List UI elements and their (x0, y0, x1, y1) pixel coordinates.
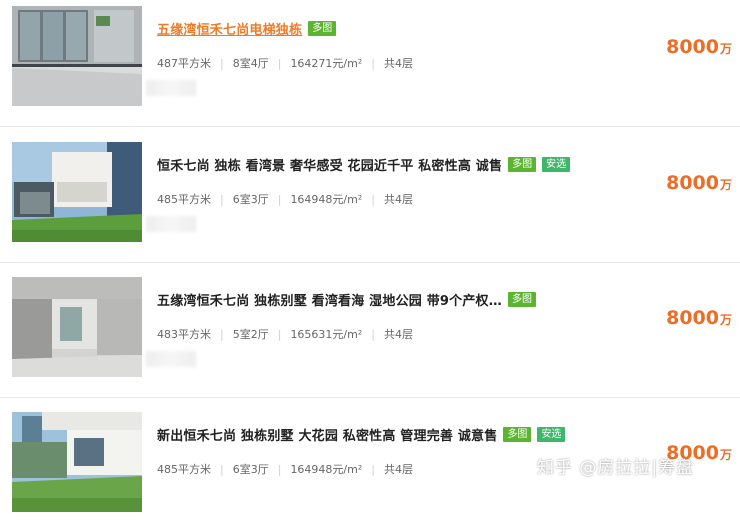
area: 485平方米 (157, 193, 211, 206)
area: 485平方米 (157, 463, 211, 476)
separator: | (220, 327, 224, 341)
area: 487平方米 (157, 57, 211, 70)
separator: | (277, 56, 282, 70)
price-value: 8000 (666, 307, 719, 329)
safe-choice-tag: 安选 (542, 156, 571, 172)
listing-title[interactable]: 恒禾七尚 独栋 看湾景 奢华感受 花园近千平 私密性高 诚售 (157, 155, 502, 174)
separator: | (277, 462, 282, 476)
listing-item[interactable]: 五缘湾恒禾七尚 独栋别墅 看湾看海 湿地公园 带9个产权… 多图 483平方米 … (0, 271, 740, 396)
listing-meta: 487平方米 | 8室4厅 | 164271元/m² | 共4层 (157, 55, 413, 71)
room-layout: 6室3厅 (232, 463, 269, 476)
listing-photo[interactable] (12, 142, 142, 242)
listing-title[interactable]: 五缘湾恒禾七尚 独栋别墅 看湾看海 湿地公园 带9个产权… (157, 290, 502, 309)
divider (0, 126, 740, 127)
unit-price: 165631元/m² (290, 328, 363, 341)
listing-price: 8000万 (666, 307, 732, 329)
watermark: 知乎 @房拉拉|筹盘 (537, 458, 695, 478)
blurred-info (146, 351, 196, 367)
listing-meta: 485平方米 | 6室3厅 | 164948元/m² | 共4层 (157, 461, 413, 477)
separator: | (220, 192, 224, 206)
price-unit: 万 (719, 448, 732, 462)
multi-photo-tag: 多图 (508, 156, 537, 172)
separator: | (371, 327, 375, 341)
separator: | (277, 327, 282, 341)
blurred-info (146, 80, 196, 96)
listing-meta: 483平方米 | 5室2厅 | 165631元/m² | 共4层 (157, 326, 413, 342)
unit-price: 164948元/m² (290, 463, 363, 476)
separator: | (371, 462, 375, 476)
listing-meta: 485平方米 | 6室3厅 | 164948元/m² | 共4层 (157, 191, 413, 207)
listing-photo[interactable] (12, 277, 142, 377)
separator: | (220, 462, 224, 476)
blurred-info (146, 216, 196, 232)
unit-price: 164948元/m² (290, 193, 363, 206)
room-layout: 6室3厅 (232, 193, 269, 206)
price-value: 8000 (666, 36, 719, 58)
separator: | (371, 56, 375, 70)
price-value: 8000 (666, 172, 719, 194)
floors: 共4层 (383, 193, 413, 206)
multi-photo-tag: 多图 (308, 20, 337, 36)
floors: 共4层 (383, 463, 413, 476)
room-layout: 8室4厅 (232, 57, 269, 70)
separator: | (220, 56, 224, 70)
separator: | (371, 192, 375, 206)
listing-title[interactable]: 新出恒禾七尚 独栋别墅 大花园 私密性高 管理完善 诚意售 (157, 425, 497, 444)
listing-price: 8000万 (666, 36, 732, 58)
listing-item[interactable]: 五缘湾恒禾七尚电梯独栋 多图 487平方米 | 8室4厅 | 164271元/m… (0, 0, 740, 125)
listing-photo[interactable] (12, 412, 142, 512)
price-unit: 万 (719, 178, 732, 192)
divider (0, 262, 740, 263)
multi-photo-tag: 多图 (507, 291, 536, 307)
floors: 共4层 (383, 328, 413, 341)
divider (0, 397, 740, 398)
multi-photo-tag: 多图 (503, 426, 532, 442)
separator: | (277, 192, 282, 206)
floors: 共4层 (383, 57, 413, 70)
listing-title[interactable]: 五缘湾恒禾七尚电梯独栋 (157, 19, 302, 38)
unit-price: 164271元/m² (290, 57, 363, 70)
area: 483平方米 (157, 328, 211, 341)
safe-choice-tag: 安选 (537, 426, 566, 442)
price-unit: 万 (719, 313, 732, 327)
room-layout: 5室2厅 (232, 328, 269, 341)
price-unit: 万 (719, 42, 732, 56)
listing-item[interactable]: 恒禾七尚 独栋 看湾景 奢华感受 花园近千平 私密性高 诚售 多图 安选 485… (0, 136, 740, 261)
listing-photo[interactable] (12, 6, 142, 106)
listing-price: 8000万 (666, 172, 732, 194)
